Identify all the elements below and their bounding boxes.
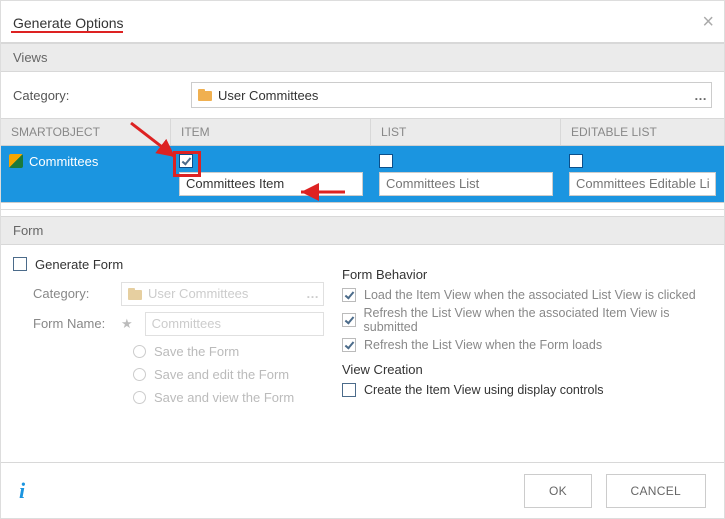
behavior-opt2-checkbox	[342, 313, 356, 327]
col-header-item: ITEM	[171, 119, 371, 145]
behavior-opt1-label: Load the Item View when the associated L…	[364, 288, 696, 302]
browse-ellipsis-icon: …	[306, 283, 319, 305]
form-name-label: Form Name:	[13, 316, 113, 331]
editable-list-name-input[interactable]	[569, 172, 716, 196]
category-label: Category:	[13, 88, 183, 103]
col-header-editable-list: EDITABLE LIST	[561, 119, 724, 145]
col-header-list: LIST	[371, 119, 561, 145]
radio-icon	[133, 345, 146, 358]
dialog-footer: i OK CANCEL	[1, 462, 724, 518]
radio-icon	[133, 391, 146, 404]
form-category-label: Category:	[13, 286, 113, 301]
generate-options-dialog: Generate Options × Views Category: User …	[0, 0, 725, 519]
save-edit-form-radio: Save and edit the Form	[133, 367, 324, 382]
ok-button[interactable]: OK	[524, 474, 592, 508]
item-name-input[interactable]	[179, 172, 363, 196]
cancel-button[interactable]: CANCEL	[606, 474, 706, 508]
dialog-title: Generate Options	[13, 15, 124, 31]
smartobject-name: Committees	[29, 154, 98, 169]
generate-form-checkbox[interactable]	[13, 257, 27, 271]
form-name-input: Committees	[145, 312, 324, 336]
folder-icon	[128, 288, 142, 300]
save-form-radio: Save the Form	[133, 344, 324, 359]
form-behavior-heading: Form Behavior	[342, 267, 712, 282]
form-category-value: User Committees	[148, 286, 248, 301]
list-name-input[interactable]	[379, 172, 553, 196]
save-view-form-radio: Save and view the Form	[133, 390, 324, 405]
list-checkbox[interactable]	[379, 154, 393, 168]
required-asterisk-icon: ★	[121, 316, 133, 332]
form-section-header: Form	[1, 216, 724, 245]
views-section-header: Views	[1, 43, 724, 72]
table-row[interactable]: Committees	[1, 146, 724, 203]
create-item-view-checkbox[interactable]	[342, 383, 356, 397]
behavior-opt1-checkbox	[342, 288, 356, 302]
form-category-picker: User Committees …	[121, 282, 324, 306]
behavior-opt3-label: Refresh the List View when the Form load…	[364, 338, 602, 352]
dialog-header: Generate Options ×	[1, 1, 724, 43]
view-creation-heading: View Creation	[342, 362, 712, 377]
annotation-underline	[11, 31, 123, 33]
behavior-opt3-checkbox	[342, 338, 356, 352]
info-icon[interactable]: i	[19, 478, 25, 504]
behavior-opt2-label: Refresh the List View when the associate…	[364, 306, 713, 334]
views-category-row: Category: User Committees …	[1, 72, 724, 118]
radio-icon	[133, 368, 146, 381]
views-table-header: SMARTOBJECT ITEM LIST EDITABLE LIST	[1, 118, 724, 146]
category-value: User Committees	[218, 88, 318, 103]
smartobject-icon	[9, 154, 23, 168]
category-picker[interactable]: User Committees …	[191, 82, 712, 108]
generate-form-label: Generate Form	[35, 257, 123, 272]
folder-icon	[198, 89, 212, 101]
browse-ellipsis-icon[interactable]: …	[694, 83, 707, 107]
editable-list-checkbox[interactable]	[569, 154, 583, 168]
col-header-smartobject: SMARTOBJECT	[1, 119, 171, 145]
create-item-view-label: Create the Item View using display contr…	[364, 383, 603, 397]
item-checkbox[interactable]	[179, 154, 193, 168]
close-icon[interactable]: ×	[698, 11, 718, 34]
form-section: Generate Form Category: User Committees …	[1, 245, 724, 421]
